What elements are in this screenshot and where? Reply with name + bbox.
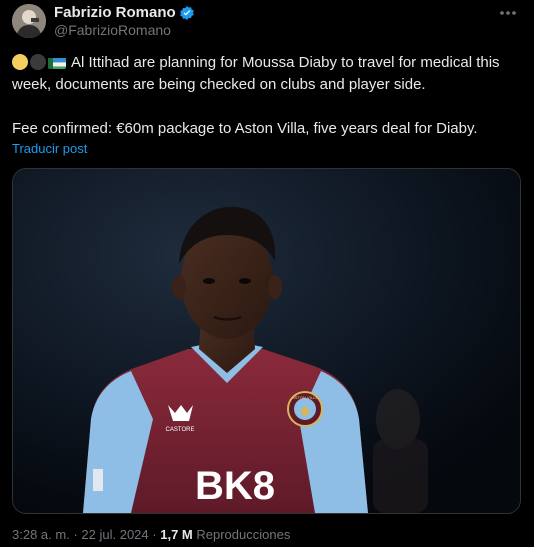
black-circle-emoji-icon — [30, 54, 46, 70]
views-count: 1,7 M — [160, 527, 193, 542]
author-handle[interactable]: @FabrizioRomano — [54, 22, 171, 38]
author-display-name[interactable]: Fabrizio Romano — [54, 4, 176, 21]
avatar[interactable] — [12, 4, 46, 38]
views-label: Reproducciones — [196, 527, 291, 542]
kit-brand-text: CASTORE — [166, 427, 195, 433]
tweet-media-photo[interactable]: CASTORE ASTON VILLA BK8 — [12, 168, 521, 514]
verified-badge-icon — [179, 5, 194, 20]
tweet-date[interactable]: 22 jul. 2024 — [81, 527, 148, 542]
meta-separator-1: · — [73, 527, 78, 542]
meta-separator-2: · — [152, 527, 157, 542]
player-photo-icon: CASTORE ASTON VILLA BK8 — [13, 169, 520, 513]
tweet-line-2: Fee confirmed: €60m package to Aston Vil… — [12, 120, 478, 137]
author-name-row: Fabrizio Romano — [54, 4, 195, 21]
tweet-paragraph-1: Al Ittihad are planning for Moussa Diaby… — [12, 52, 522, 96]
flag-emoji-icon — [48, 56, 66, 69]
kit-sponsor-text: BK8 — [195, 464, 275, 508]
tweet: Fabrizio Romano @FabrizioRomano Al Ittih… — [0, 0, 534, 547]
tweet-text: Al Ittihad are planning for Moussa Diaby… — [12, 52, 522, 140]
more-dots-icon[interactable] — [498, 6, 518, 20]
tweet-line-1: Al Ittihad are planning for Moussa Diaby… — [12, 54, 500, 93]
crest-text: ASTON VILLA — [292, 395, 318, 400]
yellow-circle-emoji-icon — [12, 54, 28, 70]
tweet-time[interactable]: 3:28 a. m. — [12, 527, 70, 542]
emoji-group — [12, 54, 66, 70]
profile-photo-icon — [12, 4, 46, 38]
tweet-meta: 3:28 a. m. · 22 jul. 2024 · 1,7 M Reprod… — [12, 527, 290, 542]
translate-post-link[interactable]: Traducir post — [12, 141, 87, 156]
